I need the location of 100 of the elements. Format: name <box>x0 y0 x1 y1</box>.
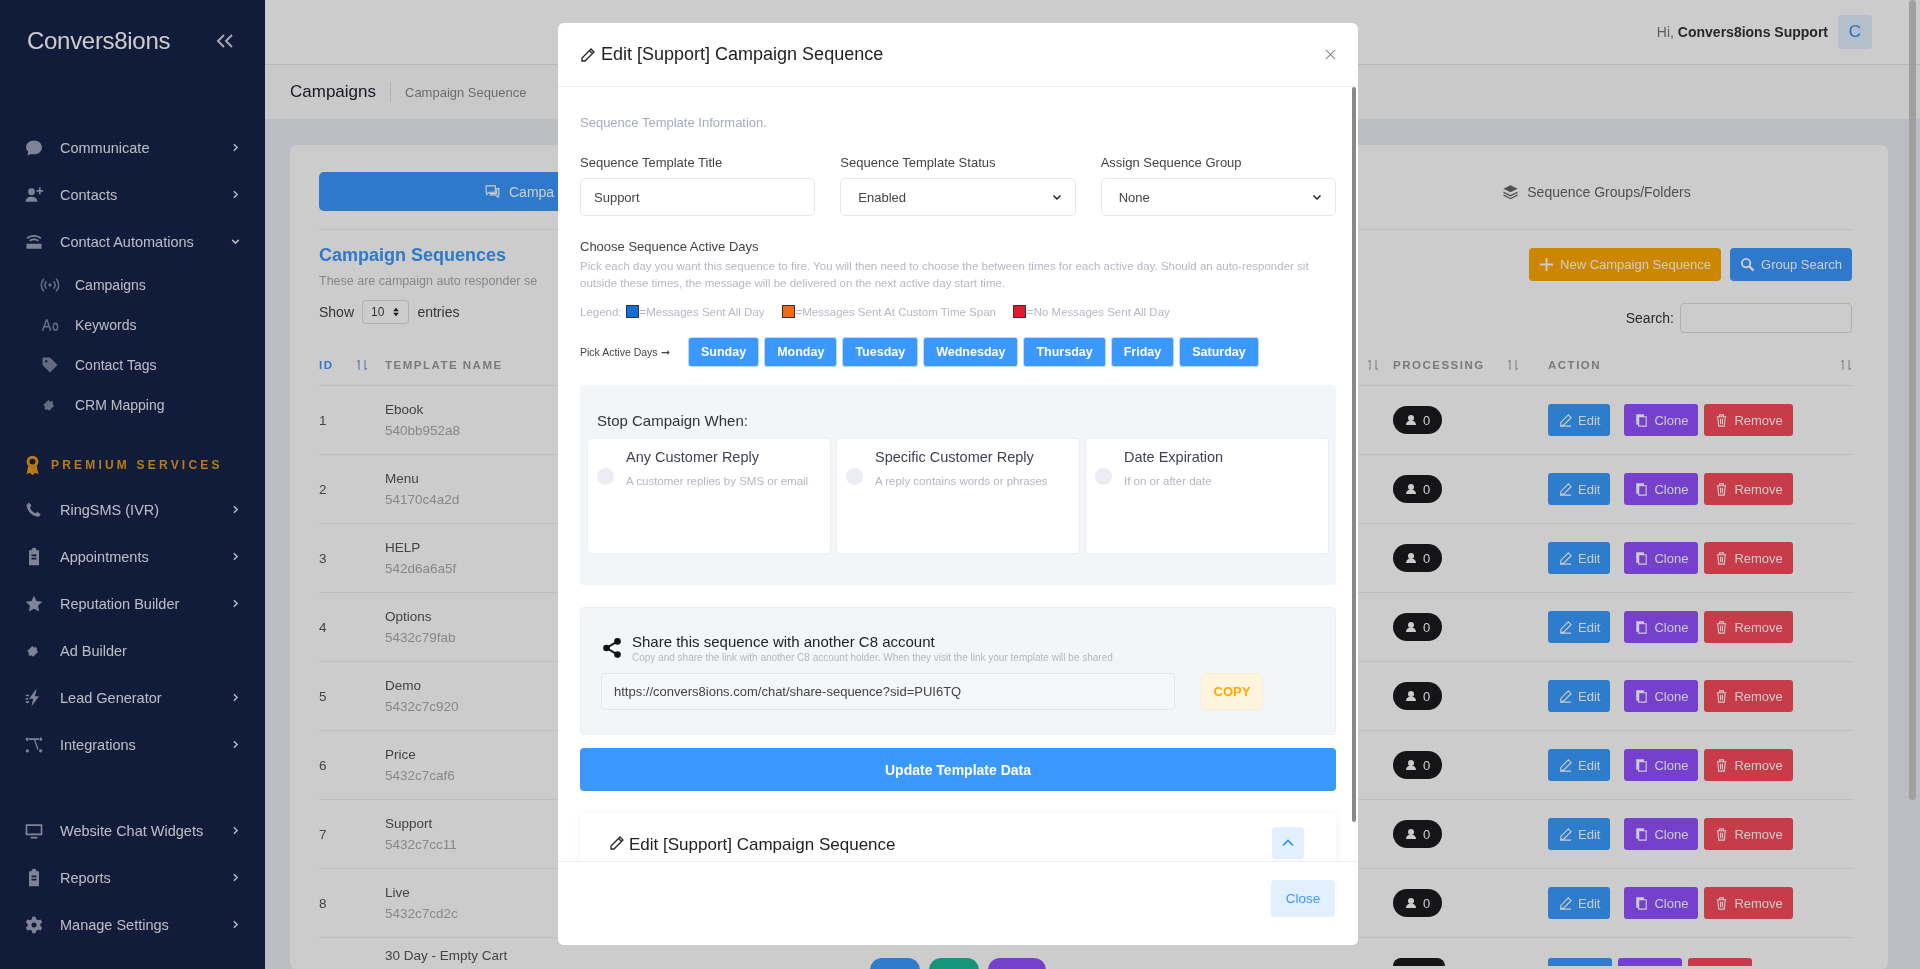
close-icon[interactable] <box>1325 49 1336 60</box>
group-search-button[interactable]: Group Search <box>1730 248 1852 281</box>
search-field[interactable] <box>1680 303 1852 333</box>
nav-item[interactable]: Website Chat Widgets <box>0 807 265 854</box>
column-header[interactable]: ID <box>319 359 334 371</box>
breadcrumb-link[interactable]: Campaign Sequence <box>391 84 527 100</box>
logo[interactable]: Convers8ions <box>27 27 171 55</box>
nav-subitem[interactable]: Keywords <box>0 305 265 345</box>
nav-item[interactable]: Contact Automations <box>0 218 265 265</box>
section-heading: PREMIUM SERVICES <box>51 458 223 472</box>
tab[interactable]: Sequence Groups/Folders <box>1341 172 1852 211</box>
edit-button[interactable]: Edit <box>1548 887 1611 919</box>
pencil-icon <box>1558 412 1573 428</box>
select-field[interactable]: None <box>1100 178 1336 216</box>
nav-item[interactable]: Ad Builder <box>0 627 265 674</box>
nav-subitem[interactable]: Campaigns <box>0 265 265 305</box>
clone-button[interactable]: Clone <box>1624 473 1699 505</box>
edit-button[interactable]: Edit <box>1548 404 1611 436</box>
remove-button[interactable]: Remove <box>1704 749 1793 781</box>
clone-button[interactable]: Clone <box>1624 542 1699 574</box>
title-field[interactable]: Support <box>580 178 816 216</box>
collapse-icon[interactable] <box>215 33 235 49</box>
processing-badge: 0 <box>1393 544 1443 572</box>
processing-badge: 0 <box>1393 820 1443 848</box>
clone-button[interactable]: Clone <box>1624 680 1699 712</box>
sort-icon[interactable] <box>1367 359 1379 371</box>
clone-button[interactable] <box>1618 958 1682 966</box>
remove-button[interactable] <box>1688 958 1752 966</box>
nav-item[interactable]: Reports <box>0 854 265 901</box>
collapse-button[interactable] <box>1272 827 1304 859</box>
column-header[interactable]: TEMPLATE NAME <box>385 359 503 371</box>
remove-button[interactable]: Remove <box>1704 887 1793 919</box>
day-toggle[interactable]: Saturday <box>1179 337 1259 367</box>
sort-icon[interactable] <box>355 359 368 371</box>
select-field[interactable]: Enabled <box>840 178 1076 216</box>
template-name: Live <box>385 885 410 900</box>
card-title: Edit [Support] Campaign Sequence <box>629 835 897 855</box>
template-code: 54170c4a2d <box>385 492 460 507</box>
nav-item[interactable]: Reputation Builder <box>0 580 265 627</box>
clone-button[interactable]: Clone <box>1624 611 1699 643</box>
nav-item[interactable]: Contacts <box>0 171 265 218</box>
edit-button[interactable]: Edit <box>1548 680 1611 712</box>
option-card[interactable]: Specific Customer Reply A reply contains words or phrases <box>836 438 1080 554</box>
template-code: 540bb952a8 <box>385 423 461 438</box>
clone-button[interactable]: Clone <box>1624 404 1699 436</box>
show-label: Show <box>319 304 355 320</box>
entries-select[interactable]: 10 <box>362 300 410 324</box>
template-code: 5432c7cd2c <box>385 906 458 921</box>
day-toggle[interactable]: Sunday <box>688 337 760 367</box>
clone-button[interactable]: Clone <box>1624 887 1699 919</box>
edit-button[interactable] <box>1548 958 1612 966</box>
nav-item[interactable]: Manage Settings <box>0 901 265 948</box>
pencil-icon <box>609 835 625 851</box>
remove-button[interactable]: Remove <box>1704 542 1793 574</box>
column-header[interactable]: ACTION <box>1548 359 1602 371</box>
pencil-icon <box>1558 619 1573 635</box>
clone-button[interactable]: Clone <box>1624 818 1699 850</box>
day-toggle[interactable]: Thursday <box>1023 337 1106 367</box>
day-toggle[interactable]: Monday <box>764 337 838 367</box>
share-link-field[interactable]: https://convers8ions.com/chat/share-sequence?sid=PUI6TQ <box>601 673 1175 710</box>
scrollbar[interactable] <box>1352 87 1356 822</box>
nav-item[interactable]: Communicate <box>0 124 265 171</box>
nav-item[interactable]: Integrations <box>0 721 265 768</box>
remove-button[interactable]: Remove <box>1704 680 1793 712</box>
processing-badge: 0 <box>1393 613 1443 641</box>
edit-button[interactable]: Edit <box>1548 611 1611 643</box>
nav-item[interactable]: Appointments <box>0 533 265 580</box>
pencil-icon <box>1558 550 1573 566</box>
user-icon <box>1405 828 1417 840</box>
day-toggle[interactable]: Wednesday <box>923 337 1019 367</box>
remove-button[interactable]: Remove <box>1704 611 1793 643</box>
nav-item[interactable]: Lead Generator <box>0 674 265 721</box>
nav-subitem[interactable]: Contact Tags <box>0 345 265 385</box>
nav-subitem[interactable]: CRM Mapping <box>0 385 265 425</box>
user-avatar[interactable]: C <box>1838 15 1872 49</box>
update-button[interactable]: Update Template Data <box>580 748 1336 791</box>
option-description: A reply contains words or phrases <box>875 474 1048 489</box>
nav-item[interactable]: RingSMS (IVR) <box>0 486 265 533</box>
pencil-icon <box>1558 757 1573 773</box>
sort-icon[interactable] <box>1840 359 1852 371</box>
column-header[interactable]: PROCESSING <box>1393 359 1485 371</box>
option-card[interactable]: Any Customer Reply A customer replies by SMS or email <box>587 438 831 554</box>
edit-button[interactable]: Edit <box>1548 542 1611 574</box>
option-card[interactable]: Date Expiration If on or after date <box>1085 438 1329 554</box>
edit-button[interactable]: Edit <box>1548 473 1611 505</box>
template-name: HELP <box>385 540 421 555</box>
day-toggle[interactable]: Tuesday <box>842 337 919 367</box>
edit-button[interactable]: Edit <box>1548 818 1611 850</box>
remove-button[interactable]: Remove <box>1704 818 1793 850</box>
edit-button[interactable]: Edit <box>1548 749 1611 781</box>
share-title: Share this sequence with another C8 account <box>632 633 936 650</box>
id-cell: 5 <box>319 688 327 704</box>
day-toggle[interactable]: Friday <box>1110 337 1175 367</box>
clone-button[interactable]: Clone <box>1624 749 1699 781</box>
remove-button[interactable]: Remove <box>1704 404 1793 436</box>
pencil-icon <box>1558 688 1573 704</box>
remove-button[interactable]: Remove <box>1704 473 1793 505</box>
scrollbar[interactable] <box>1909 0 1916 800</box>
close-button[interactable]: Close <box>1271 880 1335 917</box>
sort-icon[interactable] <box>1506 359 1519 371</box>
